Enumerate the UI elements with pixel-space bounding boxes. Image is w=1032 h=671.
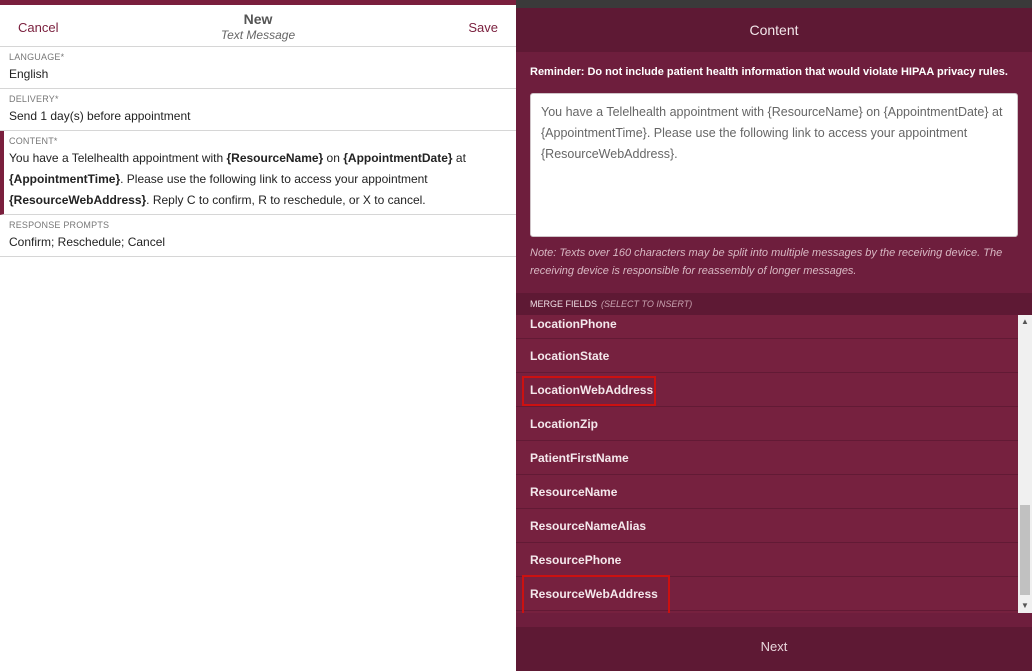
merge-field-resource-phone[interactable]: ResourcePhone <box>516 543 1018 577</box>
merge-fields-scrollbar[interactable]: ▲ ▼ <box>1018 315 1032 613</box>
delivery-value: Send 1 day(s) before appointment <box>9 109 191 123</box>
highlight-box <box>522 575 670 613</box>
content-field[interactable]: CONTENT* You have a Telelhealth appointm… <box>0 131 516 215</box>
merge-fields-hint: (SELECT TO INSERT) <box>601 299 693 309</box>
merge-field-patient-first-name[interactable]: PatientFirstName <box>516 441 1018 475</box>
content-textarea[interactable]: You have a Telelhealth appointment with … <box>530 93 1018 237</box>
merge-field-label: LocationPhone <box>530 317 617 331</box>
merge-field-resource-name[interactable]: ResourceName <box>516 475 1018 509</box>
merge-token-appointment-date: {AppointmentDate} <box>343 151 453 165</box>
scroll-down-arrow-icon[interactable]: ▼ <box>1018 599 1032 613</box>
merge-fields-label: MERGE FIELDS <box>530 299 598 309</box>
language-field[interactable]: LANGUAGE* English <box>0 47 516 89</box>
merge-fields-header: MERGE FIELDS (SELECT TO INSERT) <box>516 293 1032 315</box>
merge-token-resource-name: {ResourceName} <box>226 151 324 165</box>
panel-top-strip <box>516 0 1032 8</box>
merge-field-label: LocationZip <box>530 417 598 431</box>
content-text: at <box>452 151 466 165</box>
page-subtitle: Text Message <box>220 28 296 42</box>
sms-length-note: Note: Texts over 160 characters may be s… <box>530 247 1003 277</box>
content-value: You have a Telelhealth appointment with … <box>9 148 507 211</box>
merge-field-label: LocationState <box>530 349 610 363</box>
panel-title: Content <box>516 8 1032 52</box>
merge-field-label: ResourcePhone <box>530 553 622 567</box>
language-label: LANGUAGE* <box>9 52 65 62</box>
hipaa-reminder: Reminder: Do not include patient health … <box>530 66 1008 78</box>
message-editor-pane: Cancel New Text Message Save LANGUAGE* E… <box>0 0 516 671</box>
language-value: English <box>9 67 49 81</box>
merge-fields-list: LocationPhone LocationState LocationWebA… <box>516 315 1018 613</box>
content-panel: Content Reminder: Do not include patient… <box>516 0 1032 671</box>
content-text: on <box>323 151 344 165</box>
app-window: Cancel New Text Message Save LANGUAGE* E… <box>0 0 1032 671</box>
highlight-box <box>522 376 656 406</box>
merge-field-label: ResourceNameAlias <box>530 519 647 533</box>
editor-header: Cancel New Text Message Save <box>0 5 516 47</box>
merge-field-label: PatientFirstName <box>530 451 629 465</box>
merge-field-location-state[interactable]: LocationState <box>516 339 1018 373</box>
merge-token-resource-web-address: {ResourceWebAddress} <box>9 193 147 207</box>
response-prompts-value: Confirm; Reschedule; Cancel <box>9 235 166 249</box>
delivery-label: DELIVERY* <box>9 94 59 104</box>
content-label: CONTENT* <box>9 136 58 146</box>
save-button[interactable]: Save <box>468 20 498 35</box>
merge-token-appointment-time: {AppointmentTime} <box>9 172 121 186</box>
merge-field-location-zip[interactable]: LocationZip <box>516 407 1018 441</box>
scroll-thumb[interactable] <box>1020 505 1030 595</box>
merge-field-resource-web-address[interactable]: ResourceWebAddress <box>516 575 1018 613</box>
content-text: . Reply C to confirm, R to reschedule, o… <box>146 193 426 207</box>
next-button[interactable]: Next <box>516 627 1032 671</box>
response-prompts-label: RESPONSE PROMPTS <box>9 220 110 230</box>
response-prompts-field[interactable]: RESPONSE PROMPTS Confirm; Reschedule; Ca… <box>0 215 516 257</box>
merge-field-label: ResourceName <box>530 485 618 499</box>
merge-field-location-web-address[interactable]: LocationWebAddress <box>516 373 1018 407</box>
page-title: New <box>243 11 273 27</box>
merge-field-location-phone[interactable]: LocationPhone <box>516 315 1018 339</box>
content-text: . Please use the following link to acces… <box>120 172 428 186</box>
merge-field-resource-name-alias[interactable]: ResourceNameAlias <box>516 509 1018 543</box>
content-text: You have a Telelhealth appointment with <box>9 151 227 165</box>
scroll-up-arrow-icon[interactable]: ▲ <box>1018 315 1032 329</box>
delivery-field[interactable]: DELIVERY* Send 1 day(s) before appointme… <box>0 89 516 131</box>
